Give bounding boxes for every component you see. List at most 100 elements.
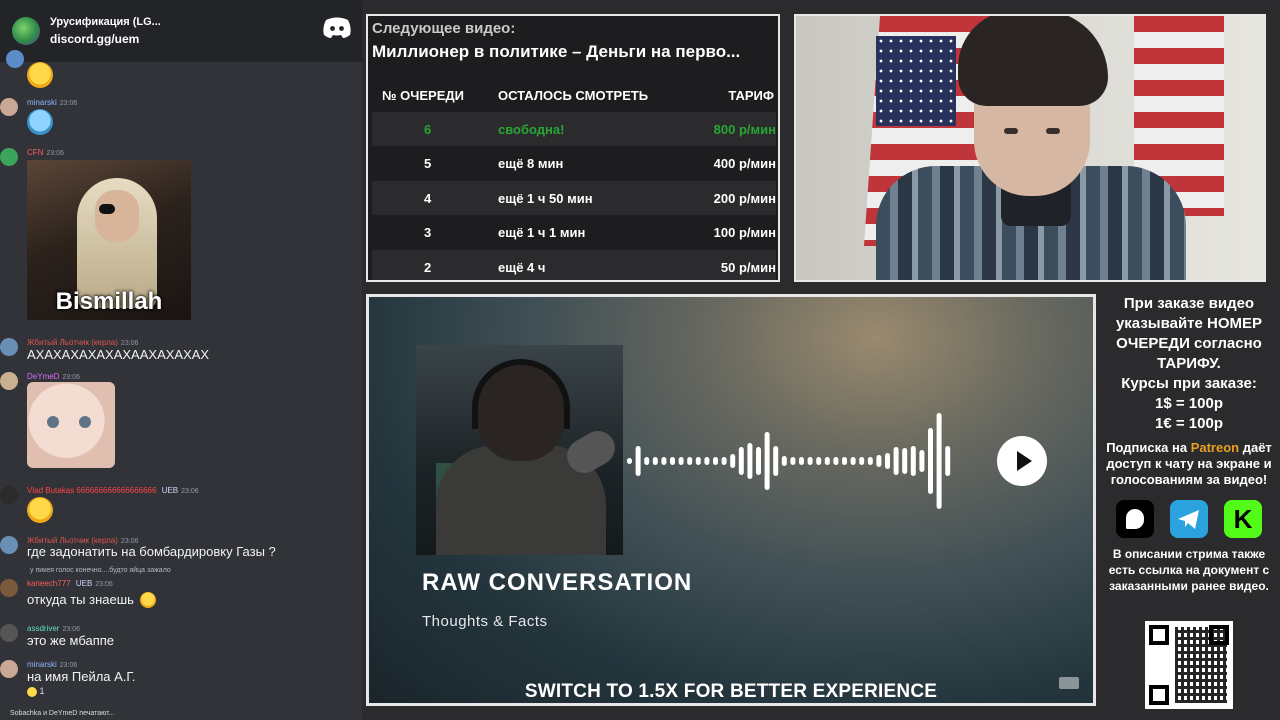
username[interactable]: kaneech777 — [27, 579, 71, 588]
baby-image[interactable] — [27, 382, 115, 468]
qr-corner — [1149, 685, 1169, 705]
typing-indicator: Sobachka и DeYmeD печатают... — [10, 710, 115, 717]
discord-avatar-icon — [0, 148, 18, 166]
col-header-queue-number: № ОЧЕРЕДИ — [382, 88, 464, 103]
message-text: на имя Пейла А.Г. — [27, 669, 136, 684]
baby-eye — [79, 416, 91, 428]
table-row: 2 ещё 4 ч 50 р/мин — [372, 250, 776, 280]
waveform-bar — [919, 450, 925, 472]
rate-eur: 1€ = 100р — [1155, 415, 1223, 432]
username[interactable]: Жбитый Льотчик (керла) — [27, 338, 118, 347]
avatar — [0, 98, 18, 116]
avatar — [0, 536, 18, 554]
social-links: K — [1098, 500, 1280, 538]
waveform-bar — [850, 457, 856, 465]
waveform-bar — [842, 457, 847, 465]
waveform-bar — [928, 428, 933, 494]
avatar — [0, 579, 18, 597]
username[interactable]: assdriver — [27, 624, 59, 633]
rate: 100 р/мин — [713, 225, 776, 240]
waveform-bar — [635, 446, 641, 476]
qr-code[interactable] — [1145, 621, 1233, 709]
avatar — [0, 372, 18, 390]
laugh-emoji-icon — [27, 62, 53, 88]
username[interactable]: minarski — [27, 98, 57, 107]
meme-caption: Bismillah — [55, 288, 163, 315]
server-icon[interactable] — [12, 17, 40, 45]
laugh-emoji-icon — [27, 497, 53, 523]
patreon-note: Подписка на Patreon даёт доступ к чату н… — [1098, 440, 1280, 488]
next-video-label: Следующее видео: — [372, 20, 516, 37]
streamer-hair — [958, 16, 1108, 106]
rate: 800 р/мин — [713, 122, 776, 137]
laugh-emoji-icon — [27, 686, 37, 697]
col-header-rate: ТАРИФ — [728, 88, 774, 103]
timestamp: 23:06 — [120, 340, 139, 347]
queue-number: 4 — [424, 191, 432, 206]
play-button[interactable] — [997, 436, 1047, 486]
rate: 400 р/мин — [713, 156, 776, 171]
patreon-icon[interactable] — [1116, 500, 1154, 538]
streamer-eye — [1046, 128, 1060, 134]
timestamp: 23:06 — [46, 150, 64, 157]
waveform-bar — [902, 448, 908, 474]
queue-number: 5 — [424, 156, 432, 171]
server-invite-link[interactable]: discord.gg/uem — [50, 32, 161, 46]
waveform-bar — [833, 457, 839, 465]
timestamp: 23:06 — [59, 662, 78, 669]
username[interactable]: CFN — [27, 148, 43, 157]
rate: 50 р/мин — [720, 260, 776, 275]
telegram-plane-icon — [1178, 510, 1199, 529]
meme-image[interactable]: Bismillah — [27, 160, 191, 320]
message-meta: minarski 23:06 — [27, 98, 77, 107]
queue-number: 6 — [424, 122, 432, 137]
username[interactable]: Vlad Butakas 666666666666666666 — [27, 486, 156, 495]
time-left: ещё 4 ч — [498, 260, 546, 275]
podcast-thumbnail — [416, 345, 623, 555]
chat-header: Урусификация (LG... discord.gg/uem — [0, 0, 362, 62]
waveform-bar — [936, 413, 942, 509]
waveform-bar — [764, 432, 770, 490]
kick-icon[interactable]: K — [1224, 500, 1262, 538]
timestamp: 23:06 — [95, 581, 113, 588]
time-left: свободна! — [498, 122, 565, 137]
avatar — [0, 486, 18, 504]
waveform-bar — [644, 457, 650, 465]
avatar — [6, 50, 24, 68]
rate-usd: 1$ = 100р — [1155, 395, 1223, 412]
telegram-icon[interactable] — [1170, 500, 1208, 538]
video-player[interactable]: RAW CONVERSATION Thoughts & Facts SWITCH… — [366, 294, 1096, 706]
waveform-bar — [893, 447, 899, 475]
message-text: откуда ты знаешь — [27, 592, 134, 607]
reply-preview[interactable]: у пикея голос конечно....будто яйца зажа… — [30, 567, 171, 574]
waveform-bar — [730, 454, 736, 468]
avatar — [0, 660, 18, 678]
waveform-bar — [670, 457, 675, 465]
username[interactable]: minarski — [27, 660, 57, 669]
reaction[interactable]: 1 — [27, 686, 45, 697]
username[interactable]: DeYmeD — [27, 372, 59, 381]
waveform-bar — [678, 457, 684, 465]
avatar — [0, 624, 18, 642]
rates-title: Курсы при заказе: — [1121, 375, 1257, 392]
waveform-bar — [807, 457, 813, 465]
timestamp: 23:06 — [59, 100, 78, 107]
message-meta: Жбитый Льотчик (керла) 23:06 — [27, 338, 138, 347]
waveform-bar — [816, 457, 822, 465]
waveform-bar — [790, 457, 796, 465]
waveform-bar — [859, 457, 865, 465]
next-video-title: Миллионер в политике – Деньги на перво..… — [372, 42, 741, 61]
waveform-bar — [661, 457, 667, 465]
waveform-bar — [738, 447, 744, 475]
thinking-emoji-icon — [140, 592, 156, 608]
waveform-bar — [799, 457, 804, 465]
channel-watermark — [1059, 677, 1079, 689]
patreon-link[interactable]: Patreon — [1191, 440, 1239, 455]
document-note: В описании стрима также есть ссылка на д… — [1108, 547, 1270, 593]
time-left: ещё 1 ч 1 мин — [498, 225, 586, 240]
playback-speed-banner: SWITCH TO 1.5X FOR BETTER EXPERIENCE — [524, 681, 938, 702]
waveform-bar — [704, 457, 710, 465]
queue-panel: Следующее видео: Миллионер в политике – … — [366, 14, 780, 282]
avatar — [0, 338, 18, 356]
video-title: RAW CONVERSATION — [422, 569, 693, 596]
